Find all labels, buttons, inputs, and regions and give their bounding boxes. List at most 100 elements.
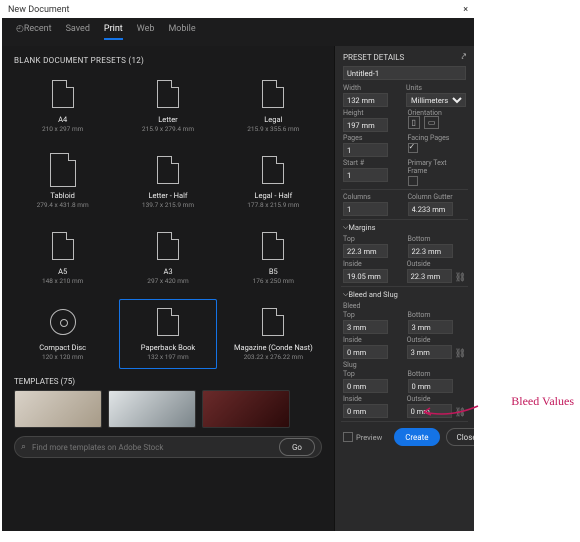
disc-icon <box>49 305 77 339</box>
margin-bottom-input[interactable] <box>408 244 453 258</box>
preset-dimensions: 297 x 420 mm <box>147 277 188 285</box>
preset-dimensions: 203.22 x 276.22 mm <box>244 353 303 361</box>
preset-details-heading: PRESET DETAILS <box>343 53 404 62</box>
margin-outside-label: Outside <box>407 260 452 268</box>
tab-recent[interactable]: Recent <box>16 24 52 40</box>
tab-print[interactable]: Print <box>104 24 123 40</box>
preset-name: Tabloid <box>50 191 75 200</box>
pages-input[interactable] <box>343 143 388 157</box>
start-number-label: Start # <box>343 159 402 167</box>
search-icon: ⌕ <box>21 442 26 452</box>
close-icon[interactable]: × <box>463 2 468 18</box>
bleed-heading: Bleed <box>343 302 466 310</box>
facing-pages-checkbox[interactable] <box>408 143 418 153</box>
bleed-bottom-input[interactable] <box>408 320 453 334</box>
preset-legal-half[interactable]: Legal - Half177.8 x 215.9 mm <box>225 147 322 217</box>
margin-top-input[interactable] <box>343 244 388 258</box>
link-bleed-icon[interactable]: ⛓ <box>455 349 466 359</box>
margin-inside-label: Inside <box>343 260 401 268</box>
preset-name: A4 <box>58 115 67 124</box>
preset-magazine-conde-nast-[interactable]: Magazine (Conde Nast)203.22 x 276.22 mm <box>225 299 322 369</box>
preset-dimensions: 177.8 x 215.9 mm <box>247 201 299 209</box>
orientation-landscape-icon[interactable]: ▭ <box>424 116 440 129</box>
template-thumb[interactable] <box>108 390 196 428</box>
page-icon <box>49 229 77 263</box>
preset-letter-half[interactable]: Letter - Half139.7 x 215.9 mm <box>119 147 216 217</box>
bleed-outside-input[interactable] <box>407 345 452 359</box>
slug-bottom-label: Bottom <box>408 370 467 378</box>
template-strip <box>14 390 322 428</box>
slug-inside-input[interactable] <box>343 404 388 418</box>
bleed-slug-accordion[interactable]: Bleed and Slug <box>343 290 466 300</box>
gutter-input[interactable] <box>408 202 453 216</box>
bleed-top-input[interactable] <box>343 320 388 334</box>
preset-paperback-book[interactable]: Paperback Book132 x 197 mm <box>119 299 216 369</box>
preview-toggle[interactable]: Preview <box>343 432 382 442</box>
bleed-inside-input[interactable] <box>343 345 388 359</box>
link-margins-icon[interactable]: ⛓ <box>455 273 466 283</box>
preset-name: A5 <box>58 267 67 276</box>
page-icon <box>259 229 287 263</box>
margin-top-label: Top <box>343 235 402 243</box>
preset-tabloid[interactable]: Tabloid279.4 x 431.8 mm <box>14 147 111 217</box>
facing-pages-label: Facing Pages <box>408 134 467 142</box>
margin-bottom-label: Bottom <box>408 235 467 243</box>
annotation-arrow <box>420 400 480 420</box>
primary-text-frame-checkbox[interactable] <box>408 176 418 186</box>
primary-text-frame-label: Primary Text Frame <box>408 159 467 175</box>
slug-top-input[interactable] <box>343 379 388 393</box>
template-thumb[interactable] <box>202 390 290 428</box>
tab-saved[interactable]: Saved <box>66 24 90 40</box>
width-input[interactable] <box>343 93 388 107</box>
template-thumb[interactable] <box>14 390 102 428</box>
preset-dimensions: 215.9 x 279.4 mm <box>142 125 194 133</box>
page-icon <box>154 305 182 339</box>
preset-details-panel: PRESET DETAILS ⤤ Width Units Millimeters… <box>334 46 474 531</box>
slug-inside-label: Inside <box>343 395 401 403</box>
height-input[interactable] <box>343 118 388 132</box>
preset-dimensions: 132 x 197 mm <box>147 353 188 361</box>
units-select[interactable]: Millimeters <box>406 93 466 107</box>
presets-panel: BLANK DOCUMENT PRESETS (12) A4210 x 297 … <box>2 46 334 531</box>
start-number-input[interactable] <box>343 168 388 182</box>
slug-bottom-input[interactable] <box>408 379 453 393</box>
pages-label: Pages <box>343 134 402 142</box>
preset-letter[interactable]: Letter215.9 x 279.4 mm <box>119 71 216 141</box>
bleed-bottom-label: Bottom <box>408 311 467 319</box>
orientation-portrait-icon[interactable]: ▯ <box>408 116 420 129</box>
margin-inside-input[interactable] <box>343 269 388 283</box>
preset-name: Legal <box>264 115 282 124</box>
go-button[interactable]: Go <box>279 438 315 456</box>
preset-a5[interactable]: A5148 x 210 mm <box>14 223 111 293</box>
create-button[interactable]: Create <box>394 428 439 446</box>
columns-input[interactable] <box>343 202 388 216</box>
preset-a3[interactable]: A3297 x 420 mm <box>119 223 216 293</box>
templates-heading: TEMPLATES (75) <box>14 377 322 386</box>
search-input[interactable] <box>32 443 273 452</box>
preset-name: Paperback Book <box>141 343 195 352</box>
preset-name: Letter <box>158 115 177 124</box>
document-name-input[interactable] <box>343 66 466 80</box>
margins-accordion[interactable]: Margins <box>343 223 466 233</box>
new-document-dialog: New Document × Recent Saved Print Web Mo… <box>2 2 474 527</box>
preset-b5[interactable]: B5176 x 250 mm <box>225 223 322 293</box>
close-button[interactable]: Close <box>446 428 475 446</box>
preset-compact-disc[interactable]: Compact Disc120 x 120 mm <box>14 299 111 369</box>
tab-mobile[interactable]: Mobile <box>168 24 195 40</box>
preset-dimensions: 120 x 120 mm <box>42 353 83 361</box>
preset-legal[interactable]: Legal215.9 x 355.6 mm <box>225 71 322 141</box>
preset-name: Compact Disc <box>39 343 86 352</box>
preset-name: Magazine (Conde Nast) <box>234 343 313 352</box>
presets-heading: BLANK DOCUMENT PRESETS (12) <box>14 56 322 65</box>
preset-name: B5 <box>269 267 278 276</box>
tab-web[interactable]: Web <box>137 24 155 40</box>
preset-a4[interactable]: A4210 x 297 mm <box>14 71 111 141</box>
preset-name: Legal - Half <box>254 191 292 200</box>
page-icon <box>259 77 287 111</box>
preset-dimensions: 148 x 210 mm <box>42 277 83 285</box>
page-icon <box>154 77 182 111</box>
export-preset-icon[interactable]: ⤤ <box>461 52 466 62</box>
titlebar: New Document × <box>2 2 474 18</box>
margin-outside-input[interactable] <box>407 269 452 283</box>
preset-dimensions: 139.7 x 215.9 mm <box>142 201 194 209</box>
